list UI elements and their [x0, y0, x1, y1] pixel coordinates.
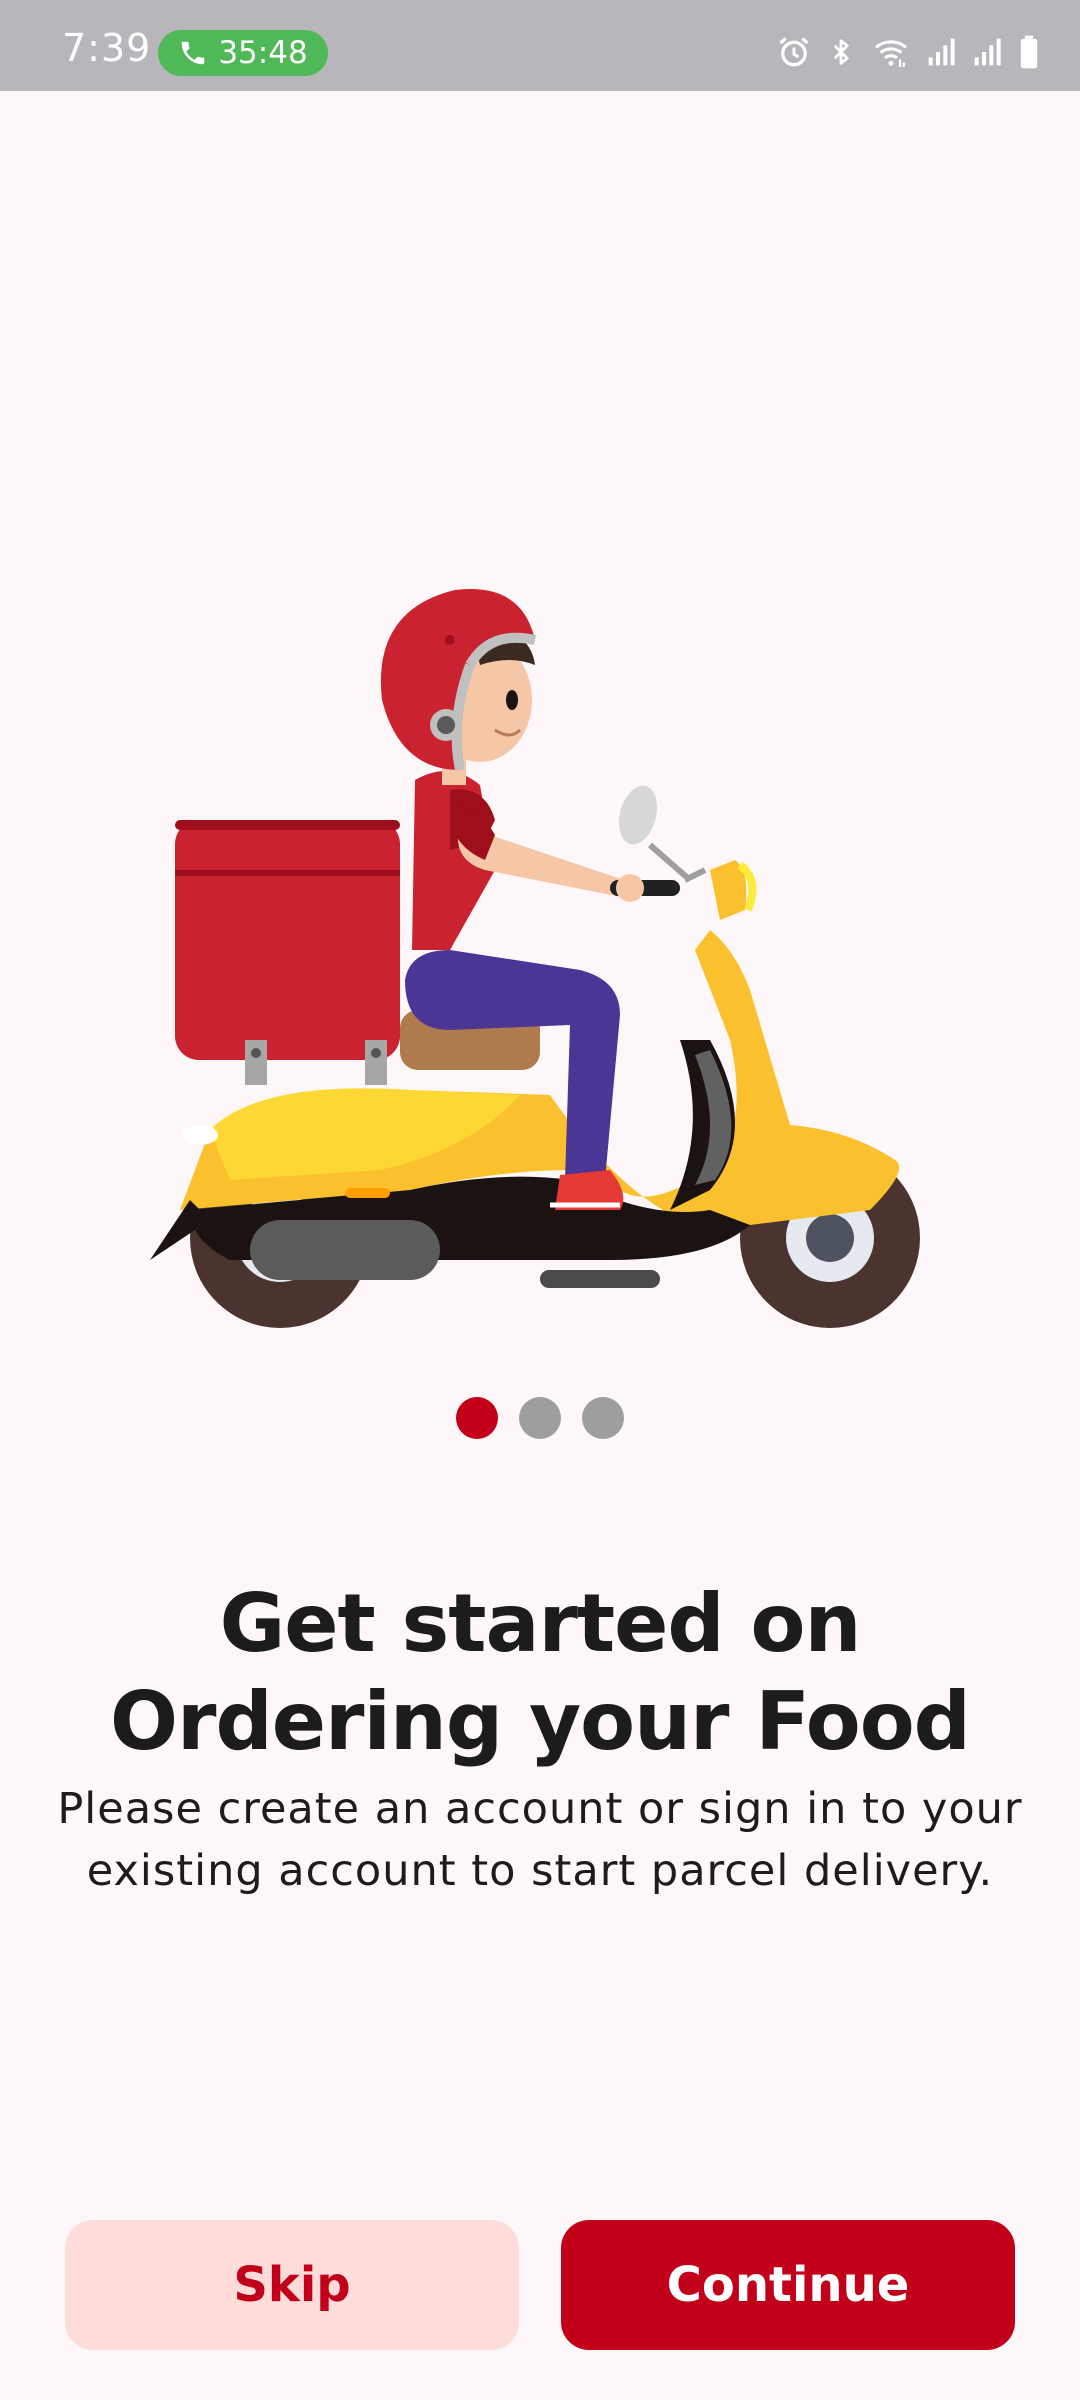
subtitle-line-1: Please create an account or sign in to y…: [57, 1784, 1023, 1834]
delivery-scooter-illustration: [150, 589, 920, 1328]
mirror: [618, 785, 707, 883]
signal-icon: [928, 38, 955, 66]
page-dot-2[interactable]: [519, 1397, 561, 1439]
signal-icon-2: [974, 38, 1001, 66]
onboarding-subtitle: Please create an account or sign in to y…: [20, 1778, 1060, 1902]
page-dot-3[interactable]: [582, 1397, 624, 1439]
bluetooth-icon: [833, 39, 849, 65]
phone-icon: [182, 41, 205, 65]
delivery-box: [175, 820, 400, 1085]
ongoing-call-pill[interactable]: 35:48: [158, 30, 328, 76]
page-dot-1[interactable]: [456, 1397, 498, 1439]
continue-button[interactable]: Continue: [561, 2220, 1015, 2350]
skip-button[interactable]: Skip: [65, 2220, 519, 2350]
title-line-2: Ordering your Food: [110, 1675, 971, 1768]
onboarding-title: Get started on Ordering your Food: [0, 1575, 1080, 1771]
status-bar: 7:39 35:48: [0, 0, 1080, 91]
battery-icon: [1020, 35, 1038, 69]
subtitle-line-2: existing account to start parcel deliver…: [86, 1846, 994, 1896]
alarm-icon: [779, 37, 809, 67]
status-icons: [776, 30, 1040, 74]
call-duration: 35:48: [218, 35, 308, 71]
wifi-icon: [874, 40, 908, 67]
status-time: 7:39: [62, 26, 152, 70]
page-indicator: [0, 1397, 1080, 1439]
title-line-1: Get started on: [219, 1577, 862, 1670]
